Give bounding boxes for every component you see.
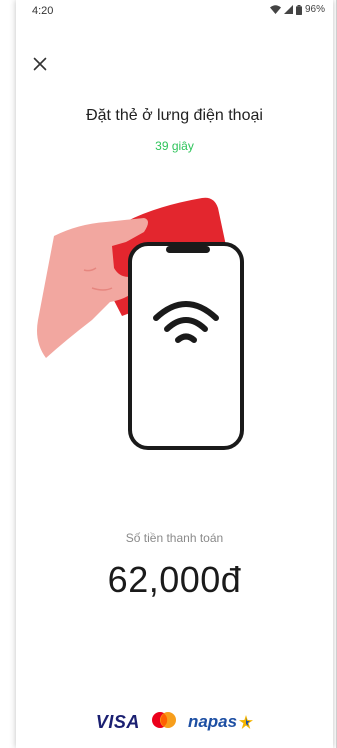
- page-title: Đặt thẻ ở lưng điện thoại: [86, 107, 263, 124]
- close-button[interactable]: [30, 54, 50, 74]
- napas-logo: napas: [187, 712, 254, 732]
- signal-icon: [283, 5, 293, 14]
- countdown-timer: 39 giây: [155, 139, 194, 153]
- phone-shape: [128, 242, 244, 450]
- app-frame: 4:20 96% Đặt thẻ ở lưng điện thoại 39 gi…: [0, 0, 337, 748]
- battery-icon: [295, 4, 302, 15]
- mastercard-icon: [150, 711, 178, 734]
- close-icon: [33, 57, 47, 71]
- battery-percent: 96%: [304, 4, 325, 15]
- payment-brands: VISA napas: [16, 707, 333, 737]
- wifi-icon: [269, 5, 281, 14]
- status-icons: 96%: [269, 4, 325, 15]
- status-time: 4:20: [32, 5, 54, 17]
- hand-card-phone-nfc-illustration: [26, 188, 266, 460]
- napas-star-icon: [239, 715, 254, 729]
- napas-label: napas: [187, 712, 238, 731]
- payment-amount: 62,000đ: [107, 559, 242, 600]
- visa-logo: VISA: [95, 711, 140, 732]
- amount-label: Số tiền thanh toán: [125, 531, 224, 545]
- status-bar: 4:20 96%: [16, 0, 333, 22]
- payment-screen: 4:20 96% Đặt thẻ ở lưng điện thoại 39 gi…: [16, 0, 333, 748]
